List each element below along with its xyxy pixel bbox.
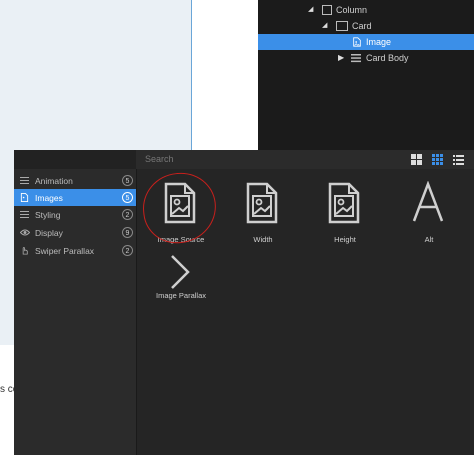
- count-badge: 5: [122, 175, 133, 186]
- image-file-icon: [20, 193, 29, 202]
- expand-triangle-icon[interactable]: ◢: [322, 18, 327, 34]
- search-input[interactable]: Search: [145, 154, 174, 164]
- tile-label: Image Parallax: [155, 291, 207, 300]
- properties-panel: Search Animation 5 Images 5 Styling 2 Di…: [14, 150, 474, 455]
- small-grid-view-icon[interactable]: [432, 154, 443, 165]
- count-badge: 5: [122, 192, 133, 203]
- count-badge: 2: [122, 209, 133, 220]
- search-bar[interactable]: Search: [136, 150, 474, 170]
- image-file-icon: [328, 182, 360, 224]
- sidebar-item-animation[interactable]: Animation 5: [14, 172, 136, 189]
- list-icon: [20, 177, 29, 184]
- sidebar-item-swiper-parallax[interactable]: Swiper Parallax 2: [14, 242, 136, 259]
- navigator-item-image[interactable]: Image: [258, 34, 474, 50]
- count-badge: 2: [122, 245, 133, 256]
- count-badge: 9: [122, 227, 133, 238]
- list-view-icon[interactable]: [453, 154, 464, 165]
- hand-icon: [22, 247, 28, 255]
- navigator-item-card[interactable]: ◢ Card: [258, 18, 474, 34]
- sidebar-item-label: Images: [35, 193, 63, 203]
- sidebar-item-label: Swiper Parallax: [35, 246, 95, 256]
- property-tile-alt[interactable]: Alt: [399, 179, 459, 249]
- category-sidebar: Animation 5 Images 5 Styling 2 Display 9…: [14, 169, 137, 455]
- navigator-item-label: Image: [366, 37, 392, 47]
- tile-label: Width: [253, 235, 273, 244]
- property-tile-height[interactable]: Height: [315, 179, 375, 249]
- tile-label: Height: [334, 235, 356, 244]
- sidebar-item-display[interactable]: Display 9: [14, 224, 136, 241]
- navigator-item-column[interactable]: ◢ Column: [258, 2, 474, 18]
- column-icon: [322, 5, 332, 15]
- sidebar-item-label: Styling: [35, 210, 61, 220]
- property-tile-width[interactable]: Width: [233, 179, 293, 249]
- letter-a-icon: [412, 181, 444, 222]
- card-icon: [336, 21, 348, 31]
- sidebar-item-styling[interactable]: Styling 2: [14, 206, 136, 223]
- expand-triangle-icon[interactable]: ◢: [308, 2, 313, 18]
- image-file-icon: [246, 182, 278, 224]
- chevron-right-icon: [171, 255, 190, 289]
- navigator-item-label: Column: [336, 5, 368, 15]
- collapse-triangle-icon[interactable]: ▶: [338, 50, 344, 66]
- navigator-item-label: Card: [352, 21, 372, 31]
- large-grid-view-icon[interactable]: [411, 154, 422, 165]
- navigator-panel: ◢ Column ◢ Card Image ▶ Card Body: [258, 0, 474, 150]
- rows-icon: [351, 54, 361, 63]
- sidebar-item-label: Animation: [35, 176, 73, 186]
- navigator-item-label: Card Body: [366, 53, 409, 63]
- eye-icon: [20, 229, 30, 236]
- navigator-item-card-body[interactable]: ▶ Card Body: [258, 50, 474, 66]
- list-icon: [20, 211, 29, 218]
- sidebar-item-label: Display: [35, 228, 63, 238]
- property-tile-image-parallax[interactable]: Image Parallax: [151, 249, 211, 319]
- image-file-icon: [353, 37, 361, 47]
- tile-label: Alt: [424, 235, 434, 244]
- sidebar-item-images[interactable]: Images 5: [14, 189, 136, 206]
